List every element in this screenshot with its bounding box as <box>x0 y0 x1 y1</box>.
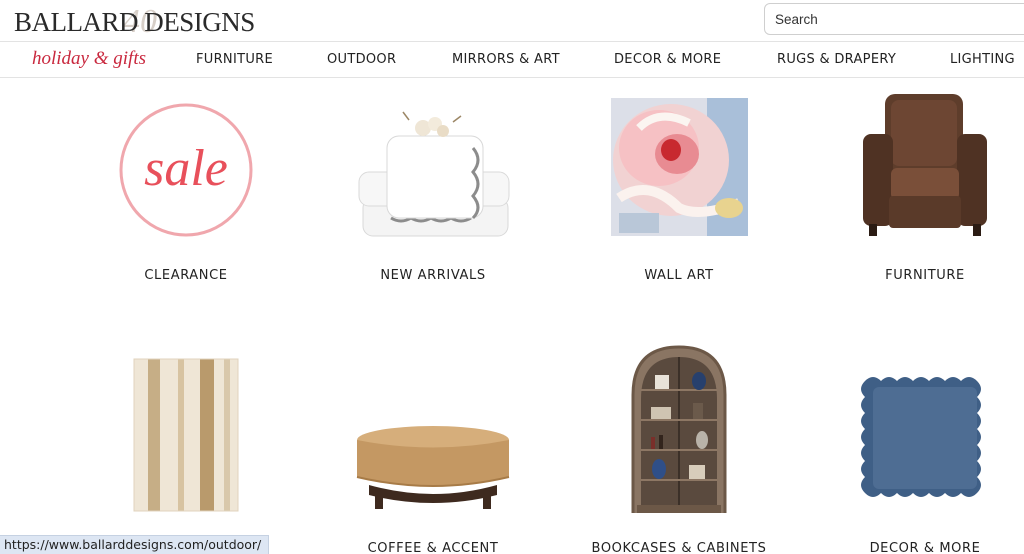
category-label: BOOKCASES & CABINETS <box>591 541 767 554</box>
category-tile-furniture[interactable]: FURNITURE <box>805 88 1024 288</box>
category-tile-rugs[interactable] <box>66 355 306 535</box>
nav-item-mirrors-art[interactable]: MIRRORS & ART <box>452 52 560 67</box>
brand-logo[interactable]: 40 BALLARD DESIGNS <box>14 3 255 40</box>
nav-item-outdoor[interactable]: OUTDOOR <box>327 52 396 67</box>
main-nav: holiday & gifts FURNITURE OUTDOOR MIRROR… <box>0 43 1024 78</box>
floral-painting-image <box>611 98 748 236</box>
category-label: COFFEE & ACCENT <box>367 541 499 554</box>
nav-item-lighting[interactable]: LIGHTING <box>950 52 1015 67</box>
category-tile-bookcases-cabinets[interactable]: BOOKCASES & CABINETS <box>559 345 799 554</box>
arched-cabinet-image <box>631 345 727 513</box>
scalloped-pillow-image <box>861 377 981 497</box>
category-label: CLEARANCE <box>144 268 228 283</box>
sale-badge-text: sale <box>144 140 228 197</box>
logo-text: BALLARD DESIGNS <box>14 6 255 37</box>
nav-item-furniture[interactable]: FURNITURE <box>196 52 273 67</box>
category-tile-decor-more[interactable]: DECOR & MORE <box>805 355 1024 554</box>
towels-image <box>358 111 510 237</box>
nav-item-holiday-gifts[interactable]: holiday & gifts <box>32 48 146 70</box>
site-header: 40 BALLARD DESIGNS <box>0 0 1024 42</box>
round-coffee-table-image <box>356 426 510 509</box>
sale-badge-icon: sale <box>119 103 253 237</box>
nav-item-decor-more[interactable]: DECOR & MORE <box>614 52 721 67</box>
category-label: FURNITURE <box>885 268 965 283</box>
category-label: WALL ART <box>644 268 714 283</box>
category-tile-coffee-accent[interactable]: COFFEE & ACCENT <box>313 355 553 554</box>
category-label: DECOR & MORE <box>869 541 981 554</box>
category-tile-wall-art[interactable]: WALL ART <box>559 88 799 288</box>
leather-armchair-image <box>863 94 987 236</box>
nav-item-rugs-drapery[interactable]: RUGS & DRAPERY <box>777 52 896 67</box>
category-tile-new-arrivals[interactable]: NEW ARRIVALS <box>313 88 553 288</box>
status-bar-url: https://www.ballarddesigns.com/outdoor/ <box>0 535 270 554</box>
search-input[interactable] <box>764 3 1024 35</box>
category-tile-clearance[interactable]: sale CLEARANCE <box>66 88 306 288</box>
striped-rug-image <box>133 358 239 512</box>
category-label: NEW ARRIVALS <box>380 268 486 283</box>
